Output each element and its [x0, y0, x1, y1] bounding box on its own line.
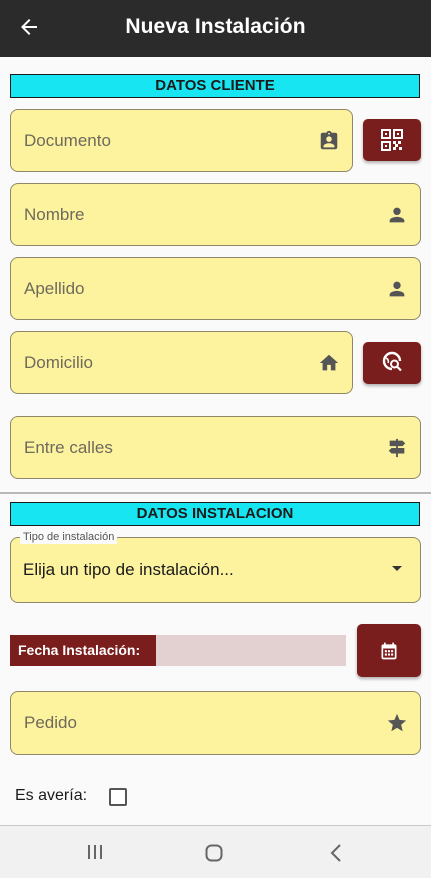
pedido-label: Pedido: [24, 713, 77, 732]
pedido-field[interactable]: Pedido: [10, 691, 421, 755]
documento-label: Documento: [24, 130, 111, 150]
person-icon: [389, 281, 405, 296]
person-icon: [389, 207, 405, 222]
app-bar: Nueva Instalación: [0, 0, 431, 57]
es-averia-checkbox[interactable]: [109, 788, 127, 806]
location-search-icon: [382, 351, 402, 372]
contact-card-icon: [320, 130, 338, 149]
entre-calles-label: Entre calles: [24, 437, 113, 457]
back-nav-icon[interactable]: [330, 844, 342, 862]
documento-field[interactable]: Documento: [10, 109, 353, 172]
calendar-button[interactable]: [357, 624, 421, 677]
entre-calles-field[interactable]: Entre calles: [10, 416, 421, 479]
calendar-icon: [381, 642, 397, 659]
apellido-field[interactable]: Apellido: [10, 257, 421, 320]
es-averia-label: Es avería:: [15, 787, 88, 804]
star-icon: [387, 713, 407, 732]
system-nav-bar: [0, 825, 431, 878]
tipo-instalacion-value: Elija un tipo de instalación...: [23, 560, 234, 579]
nombre-field[interactable]: Nombre: [10, 183, 421, 246]
location-search-button[interactable]: [363, 342, 421, 384]
fecha-instalacion-row: Fecha Instalación:: [10, 635, 346, 666]
apellido-label: Apellido: [24, 278, 85, 298]
dropdown-arrow-icon: [392, 566, 402, 571]
home-nav-icon[interactable]: [205, 844, 223, 862]
nombre-label: Nombre: [24, 204, 85, 224]
qr-scan-button[interactable]: [363, 119, 421, 161]
section-header-instalacion: DATOS INSTALACION: [10, 502, 420, 526]
section-divider: [0, 492, 431, 494]
fecha-instalacion-label: Fecha Instalación:: [10, 635, 156, 666]
home-icon: [319, 354, 339, 370]
tipo-instalacion-label: Tipo de instalación: [20, 530, 118, 544]
domicilio-field[interactable]: Domicilio: [10, 331, 353, 394]
section-header-cliente: DATOS CLIENTE: [10, 74, 420, 98]
tipo-instalacion-dropdown[interactable]: Tipo de instalación Elija un tipo de ins…: [10, 530, 421, 603]
recent-apps-icon[interactable]: [86, 844, 104, 860]
domicilio-label: Domicilio: [24, 352, 93, 372]
qr-code-icon: [381, 129, 403, 151]
signpost-icon: [388, 438, 406, 457]
page-title: Nueva Instalación: [125, 15, 306, 38]
